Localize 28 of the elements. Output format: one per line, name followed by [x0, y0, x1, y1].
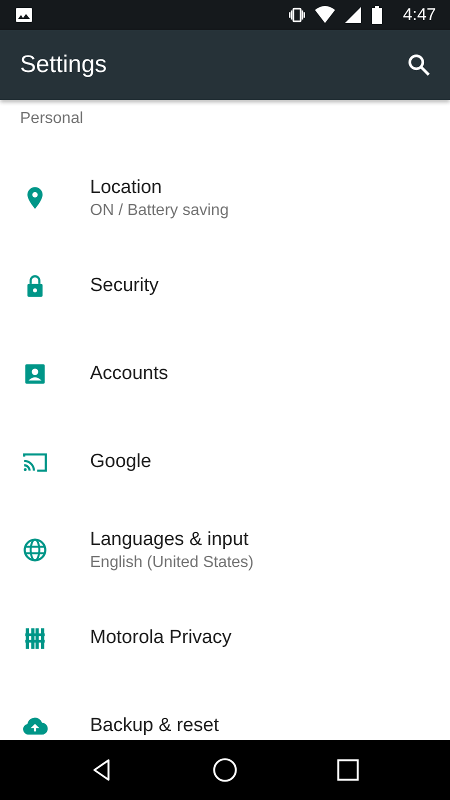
- screen-title: Settings: [20, 51, 107, 79]
- signal-icon: [342, 5, 363, 25]
- item-label: Location: [90, 176, 162, 198]
- section-header: Personal: [20, 109, 84, 129]
- item-label: Languages & input: [90, 528, 248, 550]
- item-label: Google: [90, 451, 152, 473]
- item-summary: English (United States): [90, 554, 254, 572]
- battery-icon: [370, 5, 383, 25]
- globe-icon: [22, 537, 48, 563]
- settings-item[interactable]: Location ON / Battery saving: [0, 154, 450, 242]
- settings-item[interactable]: Security: [0, 242, 450, 330]
- settings-item[interactable]: Languages & input English (United States): [0, 506, 450, 594]
- item-label: Motorola Privacy: [90, 627, 232, 649]
- item-label: Backup & reset: [90, 715, 219, 737]
- clock: 4:47: [402, 5, 436, 25]
- search-icon[interactable]: [406, 52, 432, 78]
- item-label: Accounts: [90, 363, 168, 385]
- home-icon[interactable]: [212, 757, 238, 783]
- item-summary: ON / Battery saving: [90, 202, 229, 220]
- settings-item[interactable]: Backup & reset: [0, 682, 450, 740]
- wifi-icon: [314, 5, 335, 25]
- settings-item[interactable]: Google: [0, 418, 450, 506]
- settings-item[interactable]: Motorola Privacy: [0, 594, 450, 682]
- item-label: Security: [90, 275, 159, 297]
- settings-item[interactable]: Accounts: [0, 330, 450, 418]
- image-notification-icon: [14, 5, 34, 25]
- recents-icon[interactable]: [335, 757, 362, 783]
- vibrate-icon: [286, 5, 307, 25]
